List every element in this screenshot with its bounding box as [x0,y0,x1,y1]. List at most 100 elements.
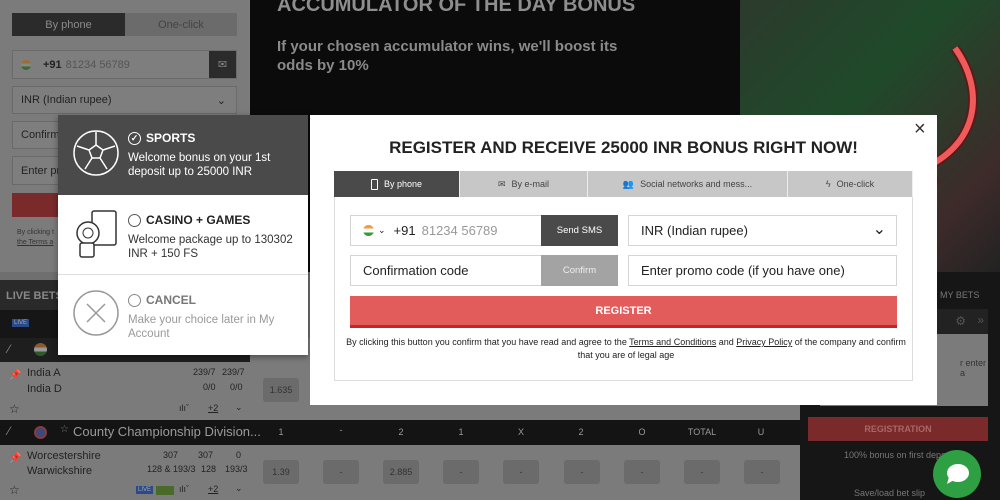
odd-button[interactable]: - [744,460,780,484]
column-header: 1 [458,427,464,437]
odd-button[interactable]: 1.635 [263,378,299,402]
match-row[interactable]: 📌 India A India D 239/7 239/7 0/0 0/0 ☆ … [0,362,250,420]
currency-value: INR (Indian rupee) [641,223,748,238]
score: 0/0 [203,382,216,392]
collapse-icon[interactable]: » [977,313,984,327]
option-sports[interactable]: ✓ SPORTS Welcome bonus on your 1st deposi… [58,115,308,195]
team-1: Worcestershire [27,450,101,462]
privacy-policy-link[interactable]: Privacy Policy [736,337,792,347]
register-button[interactable]: REGISTER [350,296,897,328]
radio-checked-icon[interactable]: ✓ [128,131,141,145]
option-title: SPORTS [146,131,196,145]
score: 193/3 [225,464,248,474]
lightning-icon: ϟ [825,179,831,189]
team-1: India A [27,367,61,379]
uk-flag-icon [34,426,47,439]
phone-input[interactable]: +91 81234 56789 ✉ [12,50,237,79]
tab-by-email[interactable]: ✉ By e-mail [460,171,588,197]
column-header: O [638,427,646,437]
envelope-icon: ✉ [497,178,506,189]
promo-code-input[interactable]: Enter promo code (if you have one) [628,255,897,286]
score: 128 & 193/3 [147,464,196,474]
country-code: +91 [393,223,416,238]
odd-button[interactable]: 2.885 [383,460,419,484]
tab-one-click[interactable]: One-click [125,13,237,36]
column-header: - [339,425,343,435]
odd-button[interactable]: - [503,460,539,484]
odd-button[interactable]: - [323,460,359,484]
score: 128 [201,464,217,474]
tab-one-click[interactable]: ϟ One-click [788,171,913,197]
terms-text: By clicking t the Terms a [17,229,54,246]
my-bets-tab[interactable]: MY BETS [940,290,979,300]
phone-icon [370,178,378,190]
option-desc: Make your choice later in My Account [128,314,275,340]
stats-icon[interactable]: ılıˇ [179,484,189,494]
country-code: +91 [43,58,62,71]
currency-value: INR (Indian rupee) [21,94,112,106]
more-markets-link[interactable]: +2 [208,403,218,413]
tab-by-phone[interactable]: By phone [12,13,125,36]
live-stream-icon[interactable]: LIVE [136,486,154,494]
send-sms-button[interactable]: Send SMS [541,215,618,246]
star-icon[interactable]: ☆ [9,402,20,416]
column-header: X [517,427,524,437]
option-casino[interactable]: CASINO + GAMES Welcome package up to 130… [58,195,308,275]
currency-select[interactable]: INR (Indian rupee) ⌄ [628,215,897,246]
phone-placeholder: 81234 56789 [65,58,130,71]
odd-button[interactable]: - [624,460,660,484]
cricket-icon: ⁄ [8,342,11,356]
casino-cards-icon [76,210,117,258]
radio-icon[interactable] [128,293,141,307]
bonus-chooser: ✓ SPORTS Welcome bonus on your 1st deposi… [58,115,308,355]
score: 0/0 [230,382,243,392]
pin-icon: 📌 [9,370,22,381]
india-flag-icon [21,59,31,70]
score: 0 [236,450,242,460]
option-title: CASINO + GAMES [146,213,251,227]
option-cancel[interactable]: CANCEL Make your choice later in My Acco… [58,275,308,355]
column-header: 2 [578,427,584,437]
save-load-bet-slip[interactable]: Save/load bet slip [854,488,925,498]
score: 239/7 [222,367,245,377]
terms-link[interactable]: Terms and Conditions [629,337,716,347]
stats-icon[interactable]: ılıˇ [179,403,189,413]
more-markets-link[interactable]: +2 [208,484,218,494]
chat-button[interactable] [933,450,981,498]
odd-button[interactable]: - [564,460,600,484]
users-icon: 👥 [622,178,635,189]
live-tv-icon[interactable]: LIVE [12,319,30,327]
star-icon[interactable]: ☆ [60,424,69,435]
chevron-down-icon: ⌄ [216,94,226,107]
field-icon[interactable] [156,486,174,495]
tab-social-networks[interactable]: 👥 Social networks and mess... [588,171,788,197]
registration-button[interactable]: REGISTRATION [808,417,988,441]
odd-button[interactable]: - [443,460,479,484]
registration-modal: × REGISTER AND RECEIVE 25000 INR BONUS R… [310,115,937,405]
odd-button[interactable]: - [684,460,720,484]
gear-icon[interactable]: ⚙ [955,314,966,328]
currency-select[interactable]: INR (Indian rupee) ⌄ [12,86,237,114]
team-2: India D [27,383,62,395]
chevron-down-icon[interactable]: ⌄ [235,483,243,494]
score: 307 [163,450,179,460]
odd-button[interactable]: 1.39 [263,460,299,484]
phone-placeholder: 81234 56789 [421,223,498,238]
tab-by-phone[interactable]: By phone [334,171,460,197]
banner-title: ACCUMULATOR OF THE DAY BONUS [277,0,636,16]
chevron-down-icon[interactable]: ⌄ [378,225,386,236]
option-desc: Welcome package up to 130302 INR + 150 F… [128,234,293,260]
league-row[interactable]: ⁄ ☆ County Championship Division... 1 - … [0,420,800,445]
confirm-button[interactable]: Confirm [541,255,618,286]
soccer-ball-icon [73,130,119,176]
star-icon[interactable]: ☆ [9,483,20,497]
mail-button[interactable]: ✉ [209,51,236,78]
column-header: 1 [278,427,284,437]
score: 307 [198,450,214,460]
column-header: TOTAL [687,427,717,437]
banner-subtitle: If your chosen accumulator wins, we'll b… [277,38,618,74]
radio-icon[interactable] [128,213,141,227]
match-row[interactable]: 📌 Worcestershire Warwickshire 307 307 0 … [0,445,800,500]
india-flag-icon [34,343,47,356]
chevron-down-icon[interactable]: ⌄ [235,402,243,413]
